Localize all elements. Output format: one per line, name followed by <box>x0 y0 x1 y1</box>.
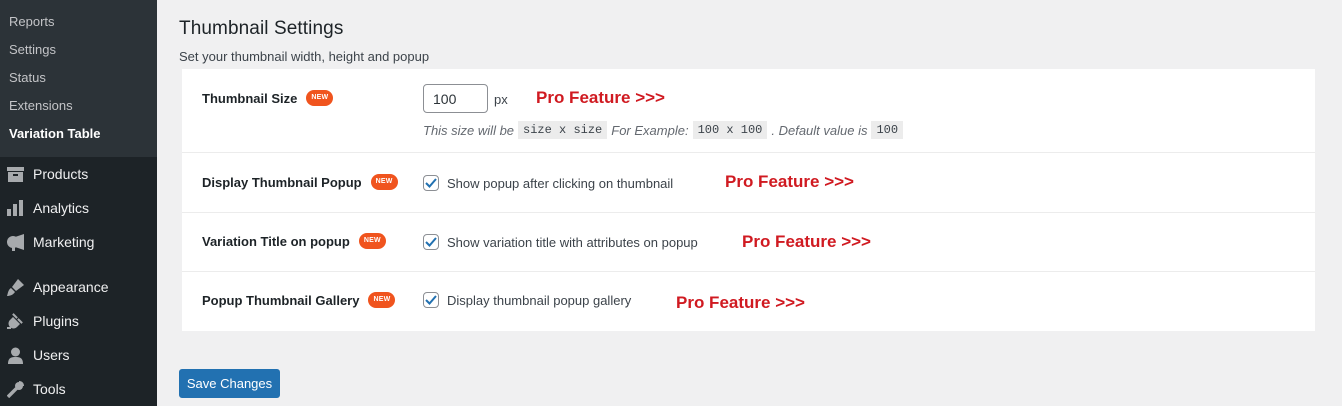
setting-label-text: Display Thumbnail Popup <box>202 174 362 190</box>
page-description: Set your thumbnail width, height and pop… <box>179 49 430 64</box>
setting-label: Variation Title on popup NEW <box>202 233 386 249</box>
menu-item-label: Products <box>33 166 89 182</box>
checkbox-label: Display thumbnail popup gallery <box>447 292 632 308</box>
app: Reports Settings Status Extensions Varia… <box>0 0 1342 406</box>
menu-item-marketing[interactable]: Marketing <box>0 225 157 259</box>
checkmark-icon <box>425 178 437 188</box>
new-badge: NEW <box>370 174 398 190</box>
checkbox-label: Show variation title with attributes on … <box>447 234 698 250</box>
menu-item-label: Analytics <box>33 200 90 216</box>
setting-label: Popup Thumbnail Gallery NEW <box>202 292 396 308</box>
code-snippet: size x size <box>518 121 608 139</box>
setting-row-thumbnail-size: Thumbnail Size NEW px Pro Feature >>> Th… <box>182 69 1315 153</box>
admin-sidebar: Reports Settings Status Extensions Varia… <box>0 0 157 406</box>
popup-gallery-checkbox[interactable] <box>423 292 439 308</box>
wrench-icon <box>6 380 24 398</box>
help-text: This size will be size x size For Exampl… <box>423 121 907 139</box>
megaphone-icon <box>6 233 24 251</box>
setting-row-popup-gallery: Popup Thumbnail Gallery NEW Display thum… <box>182 272 1315 331</box>
checkbox-label: Show popup after clicking on thumbnail <box>447 175 674 191</box>
code-snippet: 100 x 100 <box>692 121 768 139</box>
setting-label-text: Variation Title on popup <box>202 233 350 249</box>
submenu-item-reports[interactable]: Reports <box>9 13 55 31</box>
setting-label-text: Thumbnail Size <box>202 90 298 106</box>
menu-item-label: Appearance <box>33 279 109 295</box>
new-badge: NEW <box>306 90 334 106</box>
setting-row-display-popup: Display Thumbnail Popup NEW Show popup a… <box>182 153 1315 213</box>
checkmark-icon <box>425 237 437 247</box>
setting-row-variation-title: Variation Title on popup NEW Show variat… <box>182 213 1315 272</box>
new-badge: NEW <box>368 292 396 308</box>
code-snippet: 100 <box>871 121 904 139</box>
help-text-mid: For Example: <box>611 122 689 138</box>
page-title: Thumbnail Settings <box>179 18 344 39</box>
menu-item-label: Marketing <box>33 234 95 250</box>
variation-title-checkbox[interactable] <box>423 234 439 250</box>
main-content: Thumbnail Settings Set your thumbnail wi… <box>157 0 1342 406</box>
popup-gallery-checkbox-row[interactable]: Display thumbnail popup gallery <box>423 292 631 308</box>
menu-item-analytics[interactable]: Analytics <box>0 191 157 225</box>
help-text-prefix: This size will be <box>423 122 515 138</box>
display-popup-checkbox-row[interactable]: Show popup after clicking on thumbnail <box>423 175 673 191</box>
woocommerce-submenu: Reports Settings Status Extensions Varia… <box>0 0 157 157</box>
menu-item-users[interactable]: Users <box>0 338 157 372</box>
thumbnail-size-input[interactable] <box>423 84 488 113</box>
paintbrush-icon <box>6 278 24 296</box>
help-text-suffix: . Default value is <box>771 122 868 138</box>
user-icon <box>6 346 24 364</box>
display-popup-checkbox[interactable] <box>423 175 439 191</box>
bar-chart-icon <box>6 199 24 217</box>
archive-icon <box>6 165 24 183</box>
new-badge: NEW <box>358 233 386 249</box>
menu-item-label: Users <box>33 347 70 363</box>
plug-icon <box>6 312 24 330</box>
unit-label: px <box>494 92 508 107</box>
pro-feature-link[interactable]: Pro Feature >>> <box>676 293 805 313</box>
menu-item-plugins[interactable]: Plugins <box>0 304 157 338</box>
menu-item-tools[interactable]: Tools <box>0 372 157 406</box>
pro-feature-link[interactable]: Pro Feature >>> <box>742 232 871 252</box>
menu-item-appearance[interactable]: Appearance <box>0 270 157 304</box>
setting-label: Display Thumbnail Popup NEW <box>202 174 398 190</box>
pro-feature-link[interactable]: Pro Feature >>> <box>536 88 665 108</box>
submenu-item-variation-table[interactable]: Variation Table <box>9 125 101 143</box>
menu-item-products[interactable]: Products <box>0 157 157 191</box>
menu-item-label: Plugins <box>33 313 79 329</box>
submenu-item-extensions[interactable]: Extensions <box>9 97 73 115</box>
submenu-item-settings[interactable]: Settings <box>9 41 56 59</box>
setting-label-text: Popup Thumbnail Gallery <box>202 292 360 308</box>
submenu-item-status[interactable]: Status <box>9 69 46 87</box>
pro-feature-link[interactable]: Pro Feature >>> <box>725 172 854 192</box>
checkmark-icon <box>425 295 437 305</box>
save-changes-button[interactable]: Save Changes <box>179 369 280 398</box>
variation-title-checkbox-row[interactable]: Show variation title with attributes on … <box>423 234 698 250</box>
settings-panel: Thumbnail Size NEW px Pro Feature >>> Th… <box>182 69 1315 331</box>
setting-label: Thumbnail Size NEW <box>202 90 334 106</box>
menu-item-label: Tools <box>33 381 66 397</box>
